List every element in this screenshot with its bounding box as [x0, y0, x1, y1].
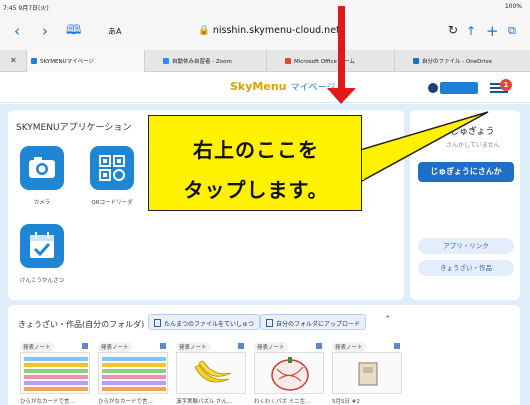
card-caption: ひらがなカードで言…: [20, 399, 76, 405]
app-header: SkyMenu マイページ 1: [0, 73, 530, 103]
skymenu-logo[interactable]: SkyMenu マイページ: [230, 80, 335, 93]
callout-box: 右上のここを タップします。: [148, 115, 362, 211]
forward-icon[interactable]: ›: [42, 22, 48, 40]
notification-badge[interactable]: 1: [500, 79, 512, 91]
tab-favicon: [413, 58, 419, 64]
back-icon[interactable]: ‹: [14, 22, 20, 40]
works-title: きょうざい・作品(自分のフォルダ): [18, 320, 145, 329]
app-qr-reader[interactable]: QRコードリーダ: [82, 146, 142, 226]
tab-favicon: [285, 58, 291, 64]
bookmarks-icon[interactable]: 🕮: [66, 22, 81, 40]
tab-label: 自動休み自習者 - Zoom: [172, 59, 232, 65]
work-card[interactable]: 発表ノート 5月5日 #2: [330, 342, 404, 405]
card-caption: わくわくパズ ミニ生…: [254, 399, 311, 405]
card-type-icon: [160, 343, 166, 349]
tab-office[interactable]: Microsoft Office ホーム: [266, 50, 394, 72]
address-url[interactable]: 🔒 nisshin.skymenu-cloud.net: [198, 25, 340, 36]
apps-title: SKYMENUアプリケーション: [16, 123, 132, 133]
calendar-check-icon: [20, 224, 64, 268]
card-type-icon: [238, 343, 244, 349]
callout-line-1: 右上のここを: [193, 138, 319, 162]
app-health-check[interactable]: けんこうかんさつ: [12, 224, 72, 304]
banana-thumbnail: [176, 352, 246, 394]
box-thumbnail: [332, 352, 402, 394]
user-name-button[interactable]: [440, 82, 478, 94]
tab-label: SKYMENUマイページ: [40, 59, 95, 65]
works-panel: きょうざい・作品(自分のフォルダ) たんまつのファイルをていしゅつ 自分のフォル…: [8, 305, 520, 405]
work-card[interactable]: 発表ノート ひらがなカードで言…: [96, 342, 170, 405]
tab-favicon: [31, 58, 37, 64]
card-tag: 発表ノート: [176, 342, 210, 352]
tab-skymenu[interactable]: SKYMENUマイページ: [26, 50, 144, 72]
work-card[interactable]: 発表ノート ひらがなカードで言…: [18, 342, 92, 405]
btn-label: 自分のフォルダにアップロード: [276, 321, 361, 328]
callout-line-2: タップします。: [183, 178, 329, 202]
card-tag: 発表ノート: [332, 342, 366, 352]
apps-links-button[interactable]: アプリ・リンク: [418, 238, 514, 254]
card-tag: 発表ノート: [254, 342, 288, 352]
address-bar[interactable]: あA 🔒 nisshin.skymenu-cloud.net ↻: [108, 22, 458, 42]
card-caption: 5月5日 #2: [332, 399, 360, 405]
app-label: カメラ: [33, 200, 51, 206]
card-caption: ひらがなカードで言…: [98, 399, 154, 405]
battery-indicator: 100%: [504, 3, 522, 10]
tab-label: 自分のファイル - OneDrive: [422, 59, 492, 65]
tab-bar: ✕ SKYMENUマイページ 自動休み自習者 - Zoom Microsoft …: [0, 50, 530, 72]
url-text: nisshin.skymenu-cloud.net: [212, 25, 340, 36]
browser-toolbar: ‹ › 🕮 あA 🔒 nisshin.skymenu-cloud.net ↻ ↑…: [0, 14, 530, 50]
tab-onedrive[interactable]: 自分のファイル - OneDrive: [394, 50, 530, 72]
tab-label: Microsoft Office ホーム: [294, 59, 355, 65]
upload-to-folder-button[interactable]: 自分のフォルダにアップロード: [260, 314, 367, 330]
app-label: けんこうかんさつ: [19, 278, 64, 284]
tabs-overview-icon[interactable]: ⧉: [508, 22, 516, 40]
share-icon[interactable]: ↑: [466, 22, 476, 40]
work-card[interactable]: 発表ノート 漢字実験パズル かん…: [174, 342, 248, 405]
card-tag: 発表ノート: [20, 342, 54, 352]
card-type-icon: [316, 343, 322, 349]
card-type-icon: [394, 343, 400, 349]
status-bar: 7:45 9月7日(火) 100%: [0, 0, 530, 14]
class-panel: じゅぎょう さんかしていません じゅぎょうにさんか アプリ・リンク きょうざい・…: [410, 110, 520, 300]
tab-favicon: [163, 58, 169, 64]
submit-device-file-button[interactable]: たんまつのファイルをていしゅつ: [148, 314, 261, 330]
app-camera[interactable]: カメラ: [12, 146, 72, 226]
user-avatar-icon[interactable]: [428, 83, 438, 93]
collapse-chevron-icon[interactable]: ⌃: [384, 315, 392, 325]
close-tab-icon[interactable]: ✕: [10, 56, 17, 65]
status-time: 7:45 9月7日(火): [3, 5, 49, 12]
camera-icon: [20, 146, 64, 190]
card-thumbnail: [98, 352, 168, 394]
class-status: さんかしていません: [446, 142, 500, 149]
file-icon: [154, 319, 161, 327]
class-title: じゅぎょう: [450, 127, 495, 137]
btn-label: たんまつのファイルをていしゅつ: [164, 321, 255, 328]
logo-text: SkyMenu: [230, 80, 287, 93]
upload-icon: [266, 319, 273, 327]
qr-code-icon: [90, 146, 134, 190]
new-tab-icon[interactable]: +: [486, 22, 499, 40]
drawing-thumbnail: [254, 352, 324, 394]
card-type-icon: [82, 343, 88, 349]
materials-works-button[interactable]: きょうざい・作品: [418, 260, 514, 276]
card-thumbnail: [20, 352, 90, 394]
reload-icon[interactable]: ↻: [448, 23, 458, 37]
mypage-title: マイページ: [290, 83, 336, 93]
card-caption: 漢字実験パズル かん…: [176, 399, 233, 405]
work-card[interactable]: 発表ノート わくわくパズ ミニ生…: [252, 342, 326, 405]
card-tag: 発表ノート: [98, 342, 132, 352]
join-class-button[interactable]: じゅぎょうにさんか: [418, 162, 514, 182]
app-label: QRコードリーダ: [91, 200, 133, 206]
tab-zoom[interactable]: 自動休み自習者 - Zoom: [144, 50, 266, 72]
reader-aa-button[interactable]: あA: [108, 26, 121, 37]
